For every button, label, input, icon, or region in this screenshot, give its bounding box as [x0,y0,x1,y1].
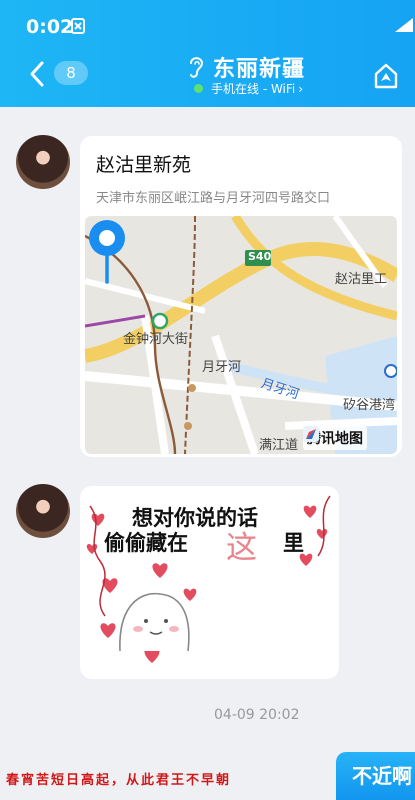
road-shield-label: S40 [248,250,272,263]
location-message-card[interactable]: 赵沽里新苑 天津市东丽区岷江路与月牙河四号路交口 赵沽里工 金钟河大街 月牙河 … [80,136,402,457]
online-dot [194,84,203,93]
contact-avatar[interactable] [16,484,70,538]
status-time: 0:02 [26,16,74,38]
notification-icon [71,18,85,34]
sticker-text-tail: 里 [283,531,304,555]
reply-button[interactable]: 不近啊 [336,752,415,800]
sticker-text-line2: 偷偷藏在 [104,531,188,555]
unread-count-badge[interactable]: 8 [54,61,88,85]
map-label-guigu: 矽谷港湾 [343,398,396,413]
place-name: 赵沽里新苑 [96,154,192,176]
map-provider-logo: 腾讯地图 [303,426,367,450]
map-label-zhaoguli: 赵沽里工 [335,272,388,287]
chat-header: 0:02 8 东丽新疆 手机在线 - WiFi › [0,0,415,107]
location-share-icon[interactable] [372,62,400,90]
contact-avatar[interactable] [16,135,70,189]
presence-text: 手机在线 - WiFi [211,82,296,96]
contact-name[interactable]: 东丽新疆 [213,51,305,83]
message-timestamp: 04-09 20:02 [214,707,300,723]
sticker-text-accent: 这 [226,530,257,566]
map-label-jinzhonghe: 金钟河大街 [123,332,189,347]
presence-chevron: › [298,81,304,96]
signal-icon [395,18,413,32]
map-label-yueyahe: 月牙河 [202,360,242,375]
place-address: 天津市东丽区岷江路与月牙河四号路交口 [96,191,331,206]
ear-icon[interactable] [186,54,206,80]
back-arrow-icon[interactable] [26,59,48,89]
map-preview[interactable]: 赵沽里工 金钟河大街 月牙河 矽谷港湾 满江道 月牙河 S40 腾讯地图 [85,216,397,454]
tencent-map-icon [303,426,319,442]
poem-caption: 春宵苦短日高起，从此君王不早朝 [6,773,232,788]
sticker-message[interactable]: 想对你说的话 偷偷藏在 这 里 [80,486,339,679]
presence-status[interactable]: 手机在线 - WiFi › [194,80,303,97]
location-pin-icon [89,220,125,284]
map-label-manjiangdao: 满江道 [259,438,299,453]
